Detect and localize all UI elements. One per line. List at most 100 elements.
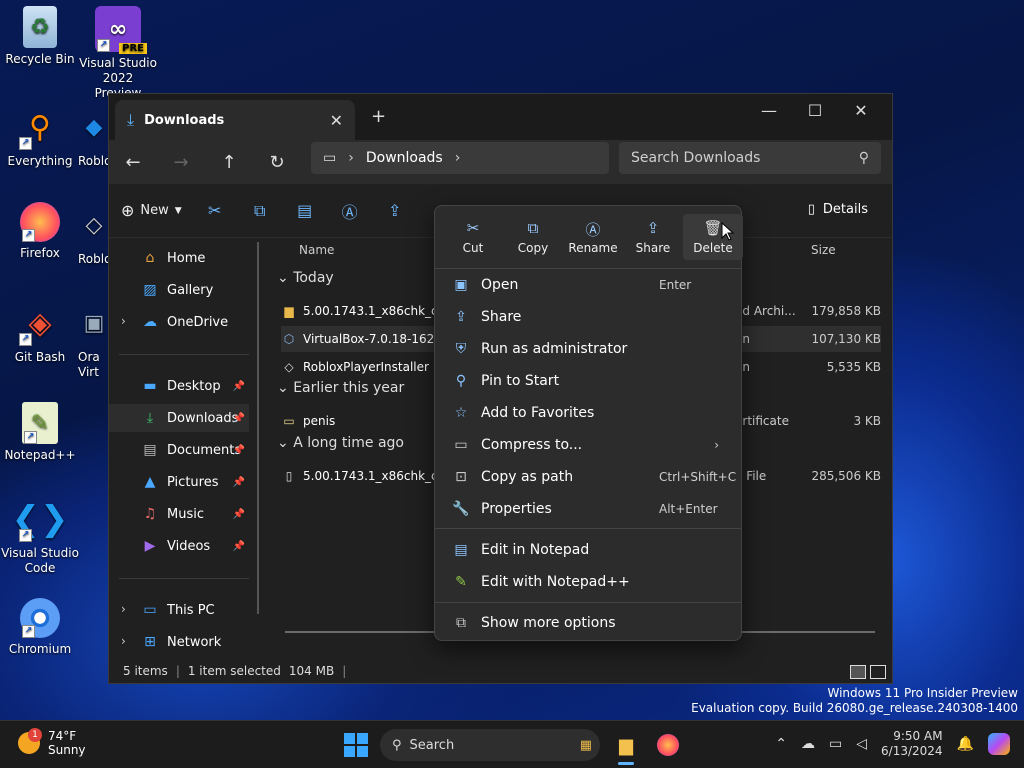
- taskbar-search-label: Search: [409, 737, 455, 753]
- menu-item-edit-with-notepad-plus-plus[interactable]: ✎ Edit with Notepad++: [443, 567, 733, 597]
- breadcrumb[interactable]: Downloads: [366, 150, 443, 166]
- maximize-button[interactable]: ☐: [792, 98, 838, 124]
- column-header-name[interactable]: Name: [299, 238, 334, 262]
- pin-icon: 📌: [232, 444, 245, 456]
- rename-action-button[interactable]: Ⓐ Rename: [563, 214, 623, 260]
- desktop-icon-git-bash[interactable]: ◈ ↗ Git Bash: [0, 300, 80, 365]
- menu-item-share[interactable]: ⇪ Share: [443, 302, 733, 332]
- windows-logo-icon: [344, 733, 355, 744]
- close-window-button[interactable]: ✕: [838, 98, 884, 124]
- desktop-icon-firefox[interactable]: ↗ Firefox: [0, 202, 80, 261]
- sidebar-item-label: Documents: [167, 442, 242, 458]
- group-header-a-long-time-ago[interactable]: ⌄ A long time ago: [277, 435, 404, 451]
- sidebar-item-label: Home: [167, 250, 206, 266]
- search-input[interactable]: Search Downloads: [631, 150, 760, 166]
- desktop-icon-oracle-virtualbox[interactable]: ▣ Ora Virt: [78, 300, 110, 380]
- back-button[interactable]: ←: [109, 152, 157, 173]
- display-icon[interactable]: ▭: [829, 736, 842, 752]
- chromium-icon: ↗: [20, 598, 60, 638]
- copy-toolbar-icon[interactable]: ⧉: [245, 201, 275, 221]
- shortcut-arrow-icon: ↗: [97, 39, 110, 52]
- sidebar-scrollbar[interactable]: [257, 242, 259, 614]
- forward-button[interactable]: →: [157, 152, 205, 173]
- videos-icon: ▶: [144, 538, 156, 554]
- file-explorer-taskbar-button[interactable]: ▆: [610, 729, 642, 765]
- sidebar-item-network[interactable]: ⊞ Network: [109, 628, 249, 656]
- paste-toolbar-icon[interactable]: ▤: [290, 201, 320, 220]
- menu-item-add-to-favorites[interactable]: ☆ Add to Favorites: [443, 398, 733, 428]
- menu-item-shortcut: Alt+Enter: [659, 502, 718, 516]
- desktop-icon-recycle-bin[interactable]: ♻ Recycle Bin: [0, 6, 80, 67]
- group-header-earlier-this-year[interactable]: ⌄ Earlier this year: [277, 380, 404, 396]
- weather-widget[interactable]: 1 74°F Sunny: [18, 728, 86, 757]
- copilot-icon[interactable]: [988, 733, 1010, 755]
- clock-date: 6/13/2024: [881, 744, 943, 758]
- sidebar-item-label: Music: [167, 506, 204, 522]
- column-header-size[interactable]: Size: [811, 238, 836, 262]
- menu-item-show-more-options[interactable]: ⧉ Show more options: [443, 608, 733, 638]
- menu-item-properties[interactable]: 🔧 Properties Alt+Enter: [443, 494, 733, 524]
- menu-item-edit-in-notepad[interactable]: ▤ Edit in Notepad: [443, 535, 733, 565]
- chevron-down-icon: ⌄: [277, 270, 289, 286]
- menu-item-open[interactable]: ▣ Open Enter: [443, 270, 733, 300]
- refresh-button[interactable]: ↻: [253, 152, 301, 173]
- volume-icon[interactable]: ◁: [856, 736, 867, 752]
- sidebar-item-label: Network: [167, 634, 222, 650]
- sidebar-item-onedrive[interactable]: ☁ OneDrive: [109, 308, 249, 336]
- folder-icon: ▆: [619, 734, 633, 756]
- sidebar-item-gallery[interactable]: ▨ Gallery: [109, 276, 249, 304]
- new-tab-button[interactable]: +: [371, 106, 386, 127]
- menu-item-copy-as-path[interactable]: ⊡ Copy as path Ctrl+Shift+C: [443, 462, 736, 492]
- start-button[interactable]: [344, 733, 368, 757]
- rename-toolbar-icon[interactable]: Ⓐ: [335, 199, 365, 223]
- sidebar-item-videos[interactable]: ▶ Videos 📌: [109, 532, 249, 560]
- sidebar-item-pictures[interactable]: ▲ Pictures 📌: [109, 468, 249, 496]
- tiles-view-button[interactable]: [870, 665, 886, 679]
- desktop-icon-chromium[interactable]: ↗ Chromium: [0, 598, 80, 657]
- sidebar-item-home[interactable]: ⌂ Home: [109, 244, 249, 272]
- tab-downloads[interactable]: ⤓ Downloads ✕: [115, 100, 355, 140]
- menu-item-label: Copy as path: [481, 469, 574, 485]
- virtualbox-icon: ▣: [83, 310, 105, 336]
- details-view-button[interactable]: [850, 665, 866, 679]
- desktop-icon-everything[interactable]: ⚲ ↗ Everything: [0, 104, 80, 169]
- desktop-icon-roblox[interactable]: ◆ Roblo: [78, 104, 110, 169]
- copy-action-button[interactable]: ⧉ Copy: [503, 214, 563, 260]
- share-toolbar-icon[interactable]: ⇪: [380, 201, 410, 220]
- minimize-button[interactable]: —: [746, 98, 792, 124]
- menu-item-pin-to-start[interactable]: ⚲ Pin to Start: [443, 366, 733, 396]
- sidebar-item-downloads[interactable]: ⤓ Downloads 📌: [109, 404, 249, 432]
- sidebar-item-music[interactable]: ♫ Music 📌: [109, 500, 249, 528]
- notification-bell-icon[interactable]: 🔔: [957, 736, 974, 752]
- search-box[interactable]: Search Downloads ⚲: [619, 142, 881, 174]
- sidebar-item-desktop[interactable]: ▬ Desktop 📌: [109, 372, 249, 400]
- taskbar-search[interactable]: ⚲ Search ▦: [380, 729, 600, 761]
- desktop-icon-visual-studio-code[interactable]: ❮❯ ↗ Visual Studio Code: [0, 496, 80, 576]
- sidebar-item-this-pc[interactable]: ▭ This PC: [109, 596, 249, 624]
- search-icon: ⚲: [392, 737, 402, 753]
- vscode-icon: ❮❯ ↗: [11, 499, 69, 542]
- firefox-taskbar-button[interactable]: [652, 729, 684, 761]
- desktop-icon-visual-studio-2022-preview[interactable]: ∞ ↗ PRE Visual Studio 2022 Preview: [78, 6, 158, 101]
- up-button[interactable]: ↑: [205, 152, 253, 173]
- network-disconnected-icon[interactable]: ☁: [801, 736, 815, 752]
- cut-toolbar-icon[interactable]: ✂: [200, 201, 230, 220]
- menu-item-label: Properties: [481, 501, 552, 517]
- menu-item-label: Share: [481, 309, 522, 325]
- share-action-button[interactable]: ⇪ Share: [623, 214, 683, 260]
- chevron-up-icon[interactable]: ⌃: [775, 736, 787, 752]
- clock[interactable]: 9:50 AM 6/13/2024: [881, 729, 943, 759]
- file-name: penis: [303, 414, 336, 428]
- new-button[interactable]: ⊕ New ▼: [121, 201, 182, 220]
- menu-item-compress-to[interactable]: ▭ Compress to... ›: [443, 430, 733, 460]
- desktop-icon-notepad-plus-plus[interactable]: ✎ ↗ Notepad++: [0, 402, 80, 463]
- close-tab-icon[interactable]: ✕: [330, 111, 343, 130]
- address-bar[interactable]: ▭ › Downloads ›: [311, 142, 609, 174]
- cut-action-button[interactable]: ✂ Cut: [443, 214, 503, 260]
- file-type: ertificate: [735, 414, 789, 428]
- sidebar-item-documents[interactable]: ▤ Documents 📌: [109, 436, 249, 464]
- details-button[interactable]: ▯ Details: [808, 202, 868, 217]
- menu-item-run-as-administrator[interactable]: ⛨ Run as administrator: [443, 334, 733, 364]
- group-header-today[interactable]: ⌄ Today: [277, 270, 334, 286]
- desktop-icon-roblox-player[interactable]: ◇ Roblo: [78, 202, 110, 267]
